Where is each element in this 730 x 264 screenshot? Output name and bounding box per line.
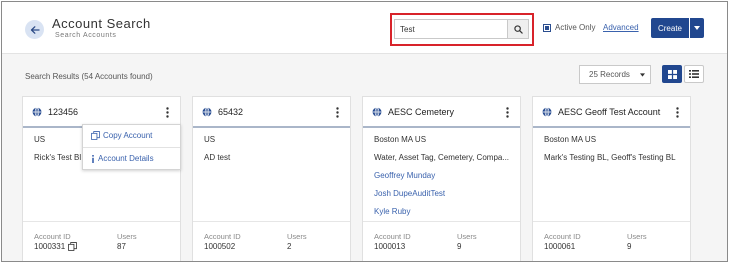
account-id-label: Account ID — [374, 232, 411, 241]
account-card[interactable]: AESC Cemetery Boston MA US Water, Asset … — [362, 96, 521, 261]
grid-view-button[interactable] — [662, 65, 682, 83]
copy-account-label: Copy Account — [103, 131, 153, 140]
search-input[interactable] — [394, 19, 507, 39]
list-icon — [689, 70, 699, 78]
caret-down-icon — [694, 26, 700, 30]
caret-down-icon — [640, 72, 645, 77]
users-count: 87 — [117, 242, 126, 251]
kebab-icon — [675, 106, 679, 118]
active-only-checkbox[interactable] — [543, 23, 551, 32]
users-label: Users — [457, 232, 477, 241]
kebab-icon — [165, 106, 169, 118]
card-footer: Account ID 1000061 Users 9 — [533, 221, 690, 261]
account-card[interactable]: AESC Geoff Test Account Boston MA US Mar… — [532, 96, 691, 261]
globe-icon — [202, 106, 212, 117]
card-actions-menu: Copy Account Account Details — [82, 124, 181, 170]
card-location: US — [204, 135, 216, 144]
menu-divider — [83, 147, 180, 148]
users-label: Users — [117, 232, 137, 241]
card-location: Boston MA US — [544, 135, 597, 144]
active-only-toggle[interactable]: Active Only — [543, 23, 595, 32]
card-title: 65432 — [218, 106, 244, 117]
account-id-value: 1000331 — [34, 242, 78, 251]
users-label: Users — [627, 232, 647, 241]
card-title: AESC Geoff Test Account — [558, 106, 661, 117]
card-header: AESC Geoff Test Account — [533, 97, 690, 128]
page-subtitle: Search Accounts — [55, 32, 117, 39]
users-label: Users — [287, 232, 307, 241]
card-footer: Account ID 1000502 Users 2 — [193, 221, 350, 261]
records-per-page-value: 25 Records — [589, 70, 630, 79]
account-card[interactable]: 123456 US Rick's Test Bl Account ID 1000… — [22, 96, 181, 261]
card-menu-button[interactable] — [332, 105, 342, 119]
account-details-label: Account Details — [98, 154, 154, 163]
results-summary: Search Results (54 Accounts found) — [25, 72, 153, 81]
card-title: 123456 — [48, 106, 79, 117]
account-card[interactable]: 65432 US AD test Account ID 1000502 User… — [192, 96, 351, 261]
card-title: AESC Cemetery — [388, 106, 455, 117]
card-footer: Account ID 1000013 Users 9 — [363, 221, 520, 261]
card-location: Boston MA US — [374, 135, 427, 144]
card-footer: Account ID 1000331 Users 87 — [23, 221, 180, 261]
kebab-icon — [505, 106, 509, 118]
kebab-icon — [335, 106, 339, 118]
users-count: 9 — [627, 242, 632, 251]
arrow-left-icon — [30, 25, 40, 34]
account-id-label: Account ID — [204, 232, 241, 241]
advanced-search-link[interactable]: Advanced — [603, 23, 639, 32]
grid-icon — [667, 69, 677, 79]
card-menu-button[interactable] — [162, 105, 172, 119]
page-title: Account Search — [52, 16, 151, 31]
card-body: Boston MA US Mark's Testing BL, Geoff's … — [544, 135, 684, 171]
globe-icon — [372, 106, 382, 117]
card-body: Boston MA US Water, Asset Tag, Cemetery,… — [374, 135, 514, 225]
card-menu-button[interactable] — [672, 105, 682, 119]
account-id-value: 1000013 — [374, 242, 406, 251]
account-details-menu-item[interactable]: Account Details — [91, 154, 154, 163]
account-id-label: Account ID — [34, 232, 71, 241]
card-header: 65432 — [193, 97, 350, 128]
globe-icon — [32, 106, 42, 117]
search-icon — [513, 24, 523, 34]
active-only-label: Active Only — [555, 23, 596, 32]
card-body: US AD test — [204, 135, 344, 171]
records-per-page-select[interactable]: 25 Records — [579, 65, 651, 84]
page-header: Account Search Search Accounts Active On… — [2, 2, 727, 54]
create-button[interactable]: Create — [651, 18, 689, 38]
card-description: Water, Asset Tag, Cemetery, Compa... — [374, 153, 510, 162]
card-description: Mark's Testing BL, Geoff's Testing BL — [544, 153, 676, 162]
users-count: 2 — [287, 242, 292, 251]
copy-account-menu-item[interactable]: Copy Account — [91, 131, 152, 140]
list-view-button[interactable] — [684, 65, 704, 83]
globe-icon — [542, 106, 552, 117]
card-contact-link[interactable]: Josh DupeAuditTest — [374, 189, 514, 207]
users-count: 9 — [457, 242, 462, 251]
account-id-label: Account ID — [544, 232, 581, 241]
account-search-page: Account Search Search Accounts Active On… — [1, 1, 728, 262]
account-id-value: 1000502 — [204, 242, 236, 251]
card-description: AD test — [204, 153, 231, 162]
search-button[interactable] — [507, 19, 529, 39]
card-contact-link[interactable]: Geoffrey Munday — [374, 171, 514, 189]
copy-icon — [91, 131, 100, 140]
card-menu-button[interactable] — [502, 105, 512, 119]
card-header: AESC Cemetery — [363, 97, 520, 128]
copy-icon[interactable] — [68, 242, 78, 251]
back-button[interactable] — [25, 20, 44, 39]
account-id-value: 1000061 — [544, 242, 576, 251]
info-icon — [92, 154, 94, 163]
create-dropdown-button[interactable] — [690, 18, 704, 38]
account-id-text: 1000331 — [34, 242, 66, 251]
